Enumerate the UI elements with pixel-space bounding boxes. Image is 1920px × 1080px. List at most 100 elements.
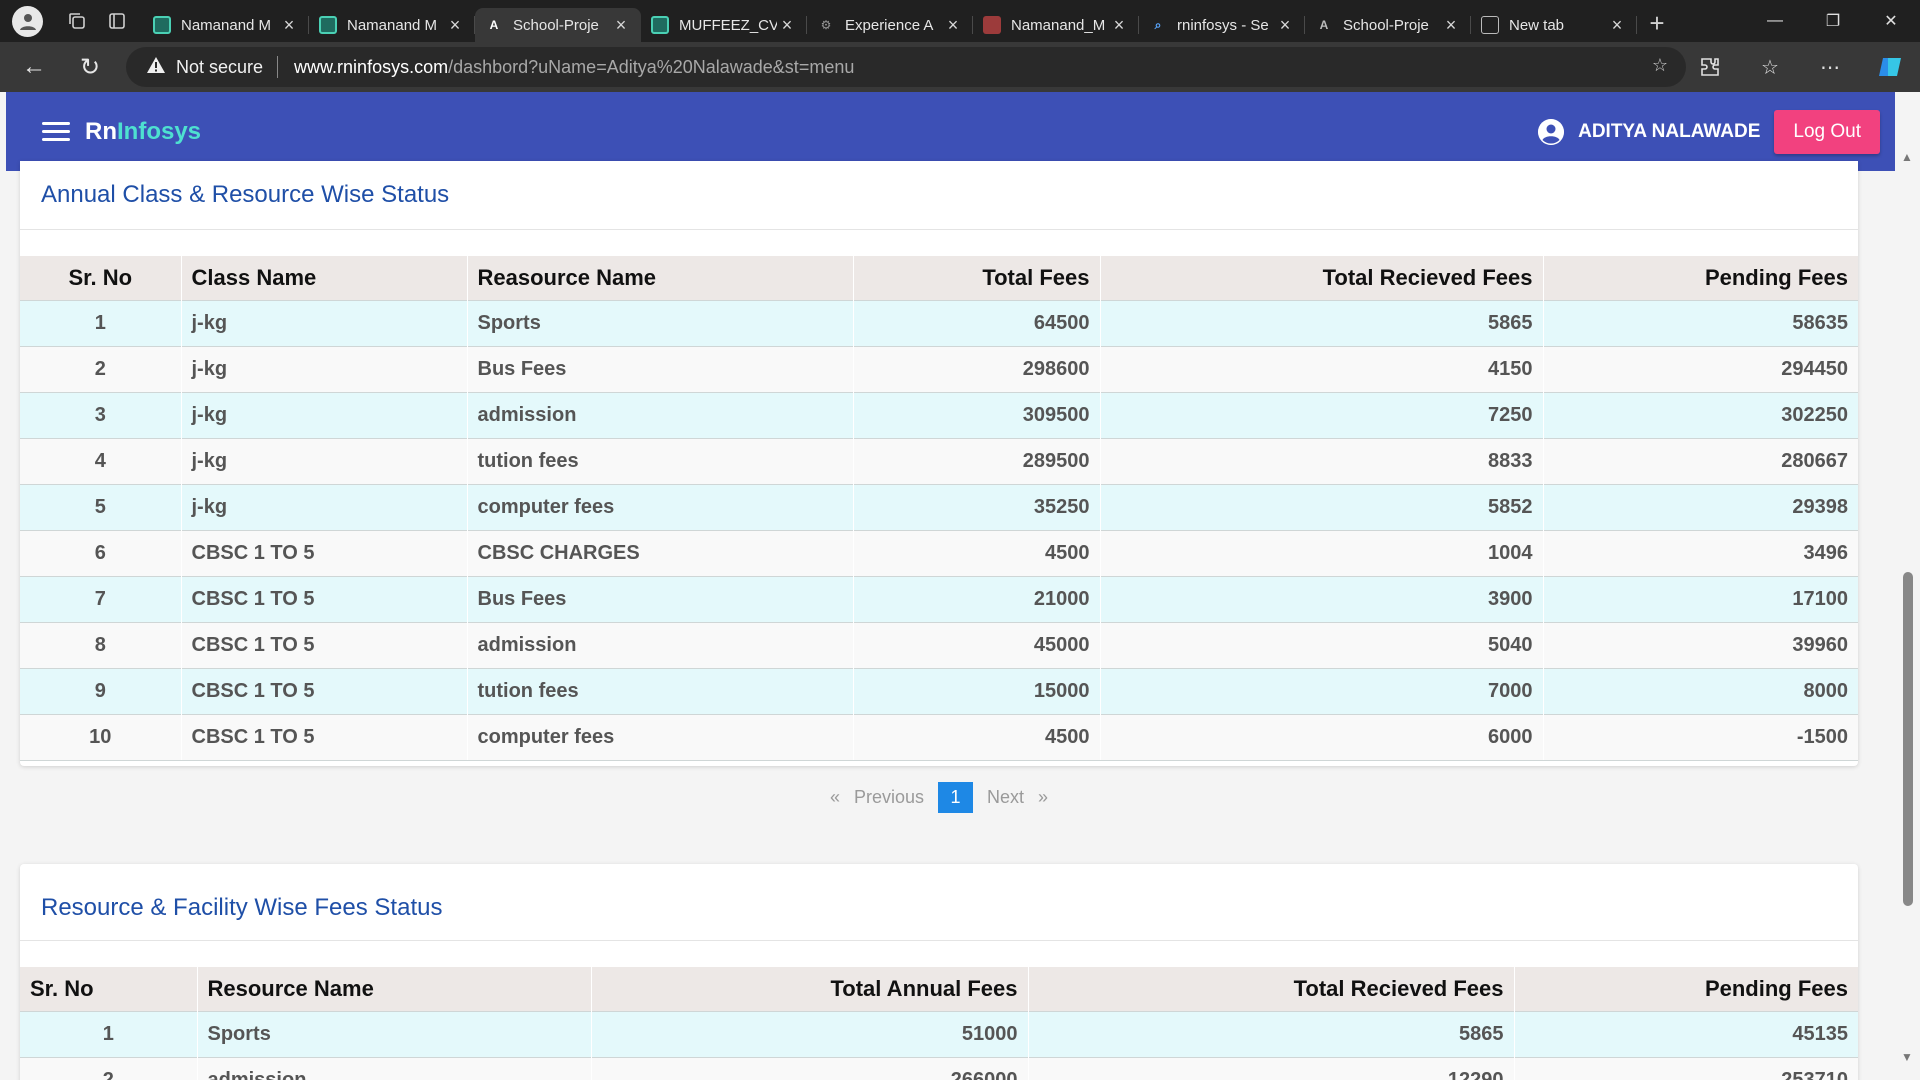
page-viewport: RnInfosys ADITYA NALAWADE Log Out Annual… (0, 92, 1920, 1080)
hamburger-menu-icon[interactable] (42, 122, 70, 141)
browser-tab[interactable]: MUFFEEZ_CV × (641, 8, 807, 42)
tab-title: Namanand M (181, 16, 272, 34)
table-cell: 3496 (1542, 529, 1858, 576)
table-cell: 7000 (1099, 667, 1543, 714)
table-row: 3 j-kg admission 309500 7250 302250 (20, 391, 1858, 438)
gear-icon: ⚙ (820, 18, 832, 32)
toolbar-right: ☆ ⋯ (1680, 42, 1920, 92)
security-label[interactable]: Not secure (176, 57, 263, 78)
table-cell: 1 (20, 299, 181, 346)
table-cell: 17100 (1542, 575, 1858, 622)
browser-tab[interactable]: Namanand M × (309, 8, 475, 42)
column-header-total-received-fees[interactable]: Total Recieved Fees (1099, 256, 1543, 300)
app-icon (319, 16, 337, 34)
resource-header-row: Sr. No Resource Name Total Annual Fees T… (20, 967, 1858, 1011)
browser-tab[interactable]: Namanand M × (143, 8, 309, 42)
table-row: 1 j-kg Sports 64500 5865 58635 (20, 299, 1858, 346)
column-header-pending-fees[interactable]: Pending Fees (1513, 967, 1858, 1011)
more-menu-icon[interactable]: ⋯ (1800, 42, 1860, 92)
column-header-resource-name[interactable]: Reasource Name (466, 256, 853, 300)
browser-tab[interactable]: New tab × (1471, 8, 1637, 42)
close-window-icon[interactable]: ✕ (1862, 0, 1920, 42)
scrollbar-thumb[interactable] (1903, 572, 1913, 906)
copilot-icon[interactable] (1860, 42, 1920, 92)
pager-last[interactable]: » (1038, 787, 1048, 808)
reload-icon[interactable]: ↻ (62, 42, 118, 92)
pager-previous[interactable]: Previous (854, 787, 924, 808)
table-cell: 39960 (1542, 621, 1858, 668)
table-cell: CBSC CHARGES (466, 529, 853, 576)
minimize-icon[interactable]: — (1746, 0, 1804, 42)
column-header-pending-fees[interactable]: Pending Fees (1542, 256, 1858, 300)
browser-tab[interactable]: A School-Proje × (475, 8, 641, 42)
table-row: 10 CBSC 1 TO 5 computer fees 4500 6000 -1500 (20, 713, 1858, 760)
close-tab-icon[interactable]: × (1109, 15, 1129, 36)
column-header-total-received-fees[interactable]: Total Recieved Fees (1027, 967, 1514, 1011)
close-tab-icon[interactable]: × (1275, 15, 1295, 36)
table-cell: 9 (20, 667, 181, 714)
favorite-star-icon[interactable]: ☆ (1652, 55, 1668, 76)
extensions-icon[interactable] (1680, 42, 1740, 92)
table-cell: 8833 (1099, 437, 1543, 484)
brand-part-2: Infosys (117, 117, 202, 145)
table-cell: admission (466, 621, 853, 668)
table-cell: 64500 (852, 299, 1100, 346)
close-tab-icon[interactable]: × (445, 15, 465, 36)
search-icon: ⌕ (1154, 17, 1162, 32)
back-icon[interactable]: ← (6, 42, 62, 92)
a-logo-icon: A (489, 18, 499, 32)
tab-title: School-Proje (1343, 16, 1429, 34)
pager-current-page[interactable]: 1 (938, 782, 973, 813)
table-row: 8 CBSC 1 TO 5 admission 45000 5040 39960 (20, 621, 1858, 668)
address-bar[interactable]: Not secure www.rninfosys.com/dashbord?uN… (126, 47, 1686, 87)
favorites-icon[interactable]: ☆ (1740, 42, 1800, 92)
close-tab-icon[interactable]: × (943, 15, 963, 36)
close-tab-icon[interactable]: × (611, 15, 631, 36)
resource-card-header: Resource & Facility Wise Fees Status (20, 864, 1858, 941)
table-cell: 6 (20, 529, 181, 576)
column-header-sr-no[interactable]: Sr. No (20, 967, 197, 1011)
table-cell: 1 (20, 1010, 197, 1057)
restore-icon[interactable]: ❐ (1804, 0, 1862, 42)
workspaces-icon[interactable] (57, 4, 97, 38)
browser-tab[interactable]: A School-Proje × (1305, 8, 1471, 42)
browser-tab[interactable]: ⚙ Experience A × (807, 8, 973, 42)
tab-title: MUFFEEZ_CV (679, 16, 777, 34)
pager-next[interactable]: Next (987, 787, 1024, 808)
table-cell: admission (466, 391, 853, 438)
scroll-down-icon[interactable]: ▼ (1901, 1050, 1913, 1064)
close-tab-icon[interactable]: × (777, 15, 797, 36)
column-header-sr-no[interactable]: Sr. No (20, 256, 181, 300)
user-avatar-icon (1538, 118, 1565, 145)
browser-tab[interactable]: Namanand_M × (973, 8, 1139, 42)
resource-section-title: Resource & Facility Wise Fees Status (41, 894, 443, 921)
address-bar-row: ← ↻ Not secure www.rninfosys.com/dashbor… (0, 42, 1920, 92)
table-row: 7 CBSC 1 TO 5 Bus Fees 21000 3900 17100 (20, 575, 1858, 622)
column-header-class-name[interactable]: Class Name (180, 256, 467, 300)
page-scrollbar[interactable]: ▲ ▼ (1895, 92, 1920, 1080)
close-tab-icon[interactable]: × (1441, 15, 1461, 36)
annual-table-body: 1 j-kg Sports 64500 5865 58635 2 j-kg Bus Fees 29… (20, 299, 1858, 760)
new-tab-button[interactable]: + (1637, 6, 1677, 40)
brand-logo[interactable]: RnInfosys (85, 118, 201, 146)
table-cell: 266000 (590, 1056, 1028, 1080)
column-header-resource-name[interactable]: Resource Name (196, 967, 591, 1011)
table-cell: CBSC 1 TO 5 (180, 713, 467, 760)
table-cell: 51000 (590, 1010, 1028, 1057)
app-icon (651, 16, 669, 34)
column-header-total-fees[interactable]: Total Fees (852, 256, 1100, 300)
table-cell: computer fees (466, 713, 853, 760)
table-row: 6 CBSC 1 TO 5 CBSC CHARGES 4500 1004 3496 (20, 529, 1858, 576)
tab-actions-icon[interactable] (97, 4, 137, 38)
column-header-total-annual-fees[interactable]: Total Annual Fees (590, 967, 1028, 1011)
browser-tab[interactable]: ⌕ rninfosys - Se × (1139, 8, 1305, 42)
profile-avatar-icon[interactable] (12, 5, 43, 37)
logout-button[interactable]: Log Out (1774, 109, 1880, 154)
url-path: /dashbord?uName=Aditya%20Nalawade&st=men… (448, 56, 855, 77)
scroll-up-icon[interactable]: ▲ (1901, 150, 1913, 164)
close-tab-icon[interactable]: × (279, 15, 299, 36)
pager-first[interactable]: « (830, 787, 840, 808)
resource-status-table: Sr. No Resource Name Total Annual Fees T… (20, 967, 1858, 1080)
tab-title: rninfosys - Se (1177, 16, 1269, 34)
close-tab-icon[interactable]: × (1607, 15, 1627, 36)
